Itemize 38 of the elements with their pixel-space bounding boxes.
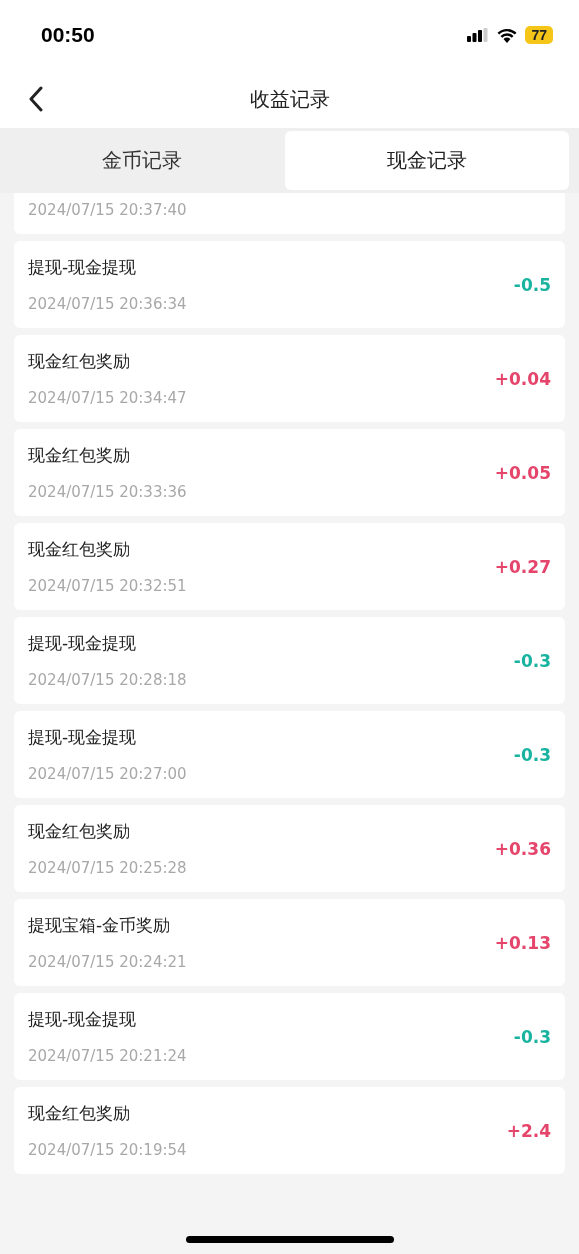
- page-title: 收益记录: [249, 85, 330, 113]
- record-title: 提现-现金提现: [28, 256, 138, 279]
- record-amount: -0.3: [513, 1026, 551, 1047]
- record-time: 2024/07/15 20:32:51: [28, 577, 187, 595]
- record-amount: -0.5: [513, 274, 551, 295]
- record-amount: +0.27: [494, 556, 551, 577]
- record-time: 2024/07/15 20:27:00: [28, 765, 187, 783]
- record-amount: +0.36: [494, 838, 551, 859]
- record-amount: +0.05: [494, 462, 551, 483]
- wifi-icon: [497, 27, 518, 43]
- record-title: 提现-现金提现: [28, 1008, 138, 1031]
- status-time: 00:50: [41, 23, 95, 47]
- record-time: 2024/07/15 20:28:18: [28, 671, 187, 689]
- record-time: 2024/07/15 20:36:34: [28, 295, 187, 313]
- record-title: 现金红包奖励: [28, 1102, 131, 1125]
- record-amount: +2.4: [506, 1120, 551, 1141]
- record-title: 现金红包奖励: [28, 350, 131, 373]
- record-time: 2024/07/15 20:33:36: [28, 483, 187, 501]
- record-time: 2024/07/15 20:21:24: [28, 1047, 187, 1065]
- battery-level: 77: [525, 26, 553, 44]
- record-title: 现金红包奖励: [28, 820, 131, 843]
- record-time: 2024/07/15 20:19:54: [28, 1141, 187, 1159]
- record-title: 提现-现金提现: [28, 726, 138, 749]
- record-time: 2024/07/15 20:25:28: [28, 859, 187, 877]
- tab[interactable]: 金币记录: [0, 131, 285, 190]
- record-title: 现金红包奖励: [28, 444, 131, 467]
- record-time: 2024/07/15 20:34:47: [28, 389, 187, 407]
- record-amount: -0.3: [513, 650, 551, 671]
- record-time: 2024/07/15 20:37:40: [28, 201, 187, 219]
- record-amount: +0.13: [494, 932, 551, 953]
- record-title: 提现-现金提现: [28, 632, 138, 655]
- record-amount: -0.3: [513, 744, 551, 765]
- record-time: 2024/07/15 20:24:21: [28, 953, 187, 971]
- record-amount: +0.04: [494, 368, 551, 389]
- signal-icon: [467, 28, 490, 42]
- record-title: 提现宝箱-金币奖励: [28, 914, 172, 937]
- tab[interactable]: 现金记录: [284, 131, 569, 190]
- record-title: 现金红包奖励: [28, 538, 131, 561]
